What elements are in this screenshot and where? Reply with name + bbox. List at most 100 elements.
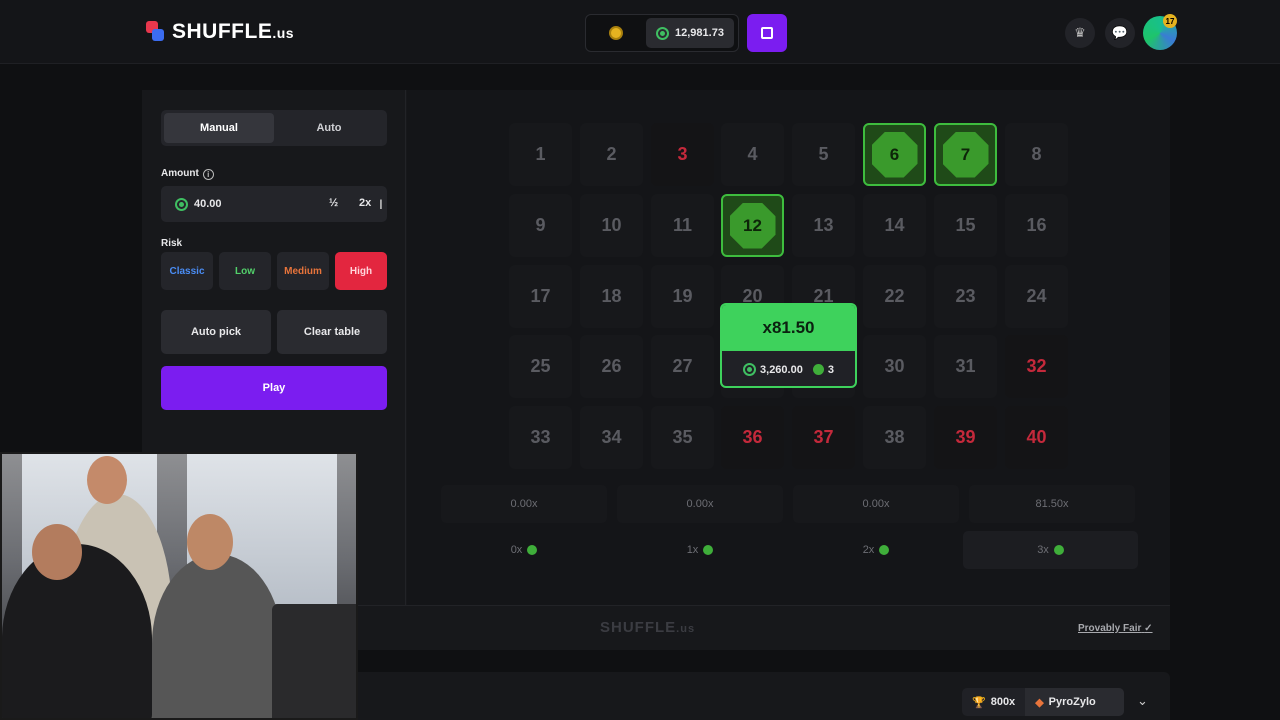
amount-value: 40.00 [194,198,222,210]
keno-tile-40[interactable]: 40 [1005,406,1068,469]
keno-tile-39[interactable]: 39 [934,406,997,469]
hit-gem-icon: 7 [942,131,989,178]
keno-tile-5[interactable]: 5 [792,123,855,186]
result-payout: 3,260.00 [760,363,803,376]
keno-tile-16[interactable]: 16 [1005,194,1068,257]
keno-tile-30[interactable]: 30 [863,335,926,398]
user-badge-icon: ◆ [1035,696,1044,709]
amount-label: Amount i [161,168,214,180]
gold-coin-icon [609,26,623,40]
keno-tile-22[interactable]: 22 [863,265,926,328]
hit-count-cell-selected: 3x [963,531,1138,569]
keno-tile-37[interactable]: 37 [792,406,855,469]
payout-cell: 0.00x [617,485,783,523]
keno-tile-12[interactable]: 12 [721,194,784,257]
keno-tile-34[interactable]: 34 [580,406,643,469]
result-hits: 3 [827,363,834,376]
mode-tabs: Manual Auto [161,110,387,146]
keno-tile-11[interactable]: 11 [651,194,714,257]
green-coin-icon [175,197,188,211]
half-amount-button[interactable]: ½ [329,197,338,209]
hit-count-cell: 0x [441,531,607,569]
hit-gem-icon: 12 [729,202,776,249]
logo-mark-icon [146,21,166,43]
risk-medium-button[interactable]: Medium [277,252,329,290]
big-win-ticker[interactable]: 🏆 800x ◆ PyroZylo [962,688,1124,716]
keno-tile-35[interactable]: 35 [651,406,714,469]
site-logo[interactable]: SHUFFLE.us [146,20,294,44]
gem-icon [703,545,714,555]
keno-tile-1[interactable]: 1 [509,123,572,186]
logo-text: SHUFFLE.us [172,20,295,43]
checkmark-icon: ✓ [1144,623,1153,634]
play-button[interactable]: Play [161,366,387,410]
keno-tile-36[interactable]: 36 [721,406,784,469]
vip-button[interactable]: ♛ [1065,18,1095,48]
action-row: Auto pick Clear table [161,310,387,354]
hit-gem-icon: 6 [871,131,918,178]
info-icon[interactable]: i [202,169,214,180]
risk-selector: Classic Low Medium High [161,252,387,290]
tab-auto[interactable]: Auto [274,113,384,143]
gem-icon [527,545,538,555]
currency-toggle-button[interactable] [586,15,646,51]
big-win-user: ◆ PyroZylo [1025,688,1124,716]
keno-tile-26[interactable]: 26 [580,335,643,398]
keno-tile-32[interactable]: 32 [1005,335,1068,398]
balance-amount: 12,981.73 [675,27,724,39]
keno-tile-7[interactable]: 7 [934,123,997,186]
keno-tile-27[interactable]: 27 [651,335,714,398]
double-amount-button[interactable]: 2x [359,197,371,209]
risk-low-button[interactable]: Low [219,252,271,290]
wallet-icon [761,27,773,39]
keno-tile-6[interactable]: 6 [863,123,926,186]
crown-icon: ♛ [1074,25,1086,40]
trophy-icon: 🏆 [972,696,986,709]
keno-tile-8[interactable]: 8 [1005,123,1068,186]
keno-tile-31[interactable]: 31 [934,335,997,398]
hit-count-cell: 2x [793,531,959,569]
result-popup: x81.50 3,260.00 3 [720,303,857,388]
result-multiplier: x81.50 [722,305,855,351]
keno-tile-15[interactable]: 15 [934,194,997,257]
green-coin-icon [743,363,757,376]
chevron-down-icon[interactable]: ⌄ [1137,693,1148,709]
green-coin-icon [656,26,669,40]
keno-tile-18[interactable]: 18 [580,265,643,328]
payout-cell: 81.50x [969,485,1135,523]
risk-classic-button[interactable]: Classic [161,252,213,290]
risk-high-button[interactable]: High [335,252,387,290]
keno-tile-4[interactable]: 4 [721,123,784,186]
keno-tile-10[interactable]: 10 [580,194,643,257]
payout-cell: 0.00x [441,485,607,523]
amount-input[interactable]: 40.00 ½ 2x [161,186,387,222]
wallet-widget: 12,981.73 [585,14,739,52]
chat-bubble-icon: 💬 [1111,25,1129,40]
hit-count-cell: 1x [617,531,783,569]
payout-cell: 0.00x [793,485,959,523]
keno-tile-9[interactable]: 9 [509,194,572,257]
keno-tile-2[interactable]: 2 [580,123,643,186]
notification-badge: 17 [1163,14,1177,28]
keno-tile-19[interactable]: 19 [651,265,714,328]
chat-button[interactable]: 💬 [1105,18,1135,48]
clear-table-button[interactable]: Clear table [277,310,387,354]
provably-fair-link[interactable]: Provably Fair ✓ [1078,623,1153,634]
keno-tile-33[interactable]: 33 [509,406,572,469]
keno-tile-3[interactable]: 3 [651,123,714,186]
keno-tile-24[interactable]: 24 [1005,265,1068,328]
wallet-button[interactable] [747,14,787,52]
keno-tile-38[interactable]: 38 [863,406,926,469]
keno-tile-23[interactable]: 23 [934,265,997,328]
keno-tile-17[interactable]: 17 [509,265,572,328]
keno-tile-25[interactable]: 25 [509,335,572,398]
balance-display[interactable]: 12,981.73 [646,18,734,48]
text-cursor-icon: I [379,196,383,212]
gem-icon [879,545,890,555]
gem-icon [812,364,824,375]
keno-tile-14[interactable]: 14 [863,194,926,257]
auto-pick-button[interactable]: Auto pick [161,310,271,354]
footer-logo: SHUFFLE.us [600,619,696,636]
tab-manual[interactable]: Manual [164,113,274,143]
keno-tile-13[interactable]: 13 [792,194,855,257]
